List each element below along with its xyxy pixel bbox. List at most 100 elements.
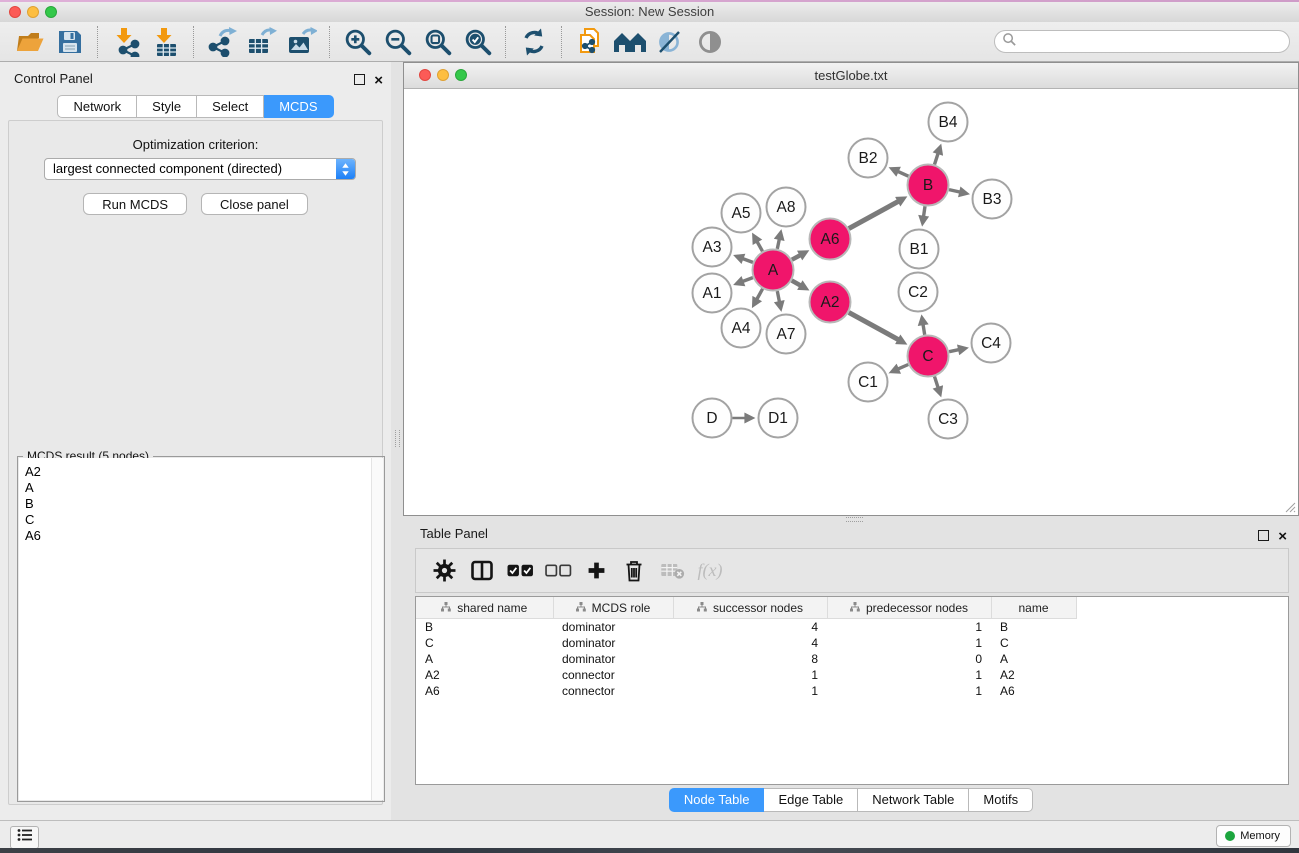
select-all-icon[interactable]: [501, 554, 539, 588]
table-row[interactable]: A2connector11A2: [416, 667, 1288, 683]
table-cell[interactable]: 1: [673, 683, 827, 699]
graph-node-D1: D1: [759, 399, 798, 438]
table-cell[interactable]: A6: [416, 683, 553, 699]
svg-text:C4: C4: [981, 335, 1001, 352]
tab-edge-table[interactable]: Edge Table: [764, 788, 858, 812]
tab-mcds[interactable]: MCDS: [264, 95, 333, 118]
zoom-fit-icon[interactable]: [418, 25, 458, 59]
search-input[interactable]: [1021, 34, 1275, 50]
tab-style[interactable]: Style: [137, 95, 197, 118]
clone-network-icon[interactable]: [570, 25, 610, 59]
import-table-icon[interactable]: [146, 25, 186, 59]
home-icon[interactable]: [610, 25, 650, 59]
delete-row-icon[interactable]: [615, 554, 653, 588]
table-cell[interactable]: A2: [991, 667, 1076, 683]
column-header[interactable]: predecessor nodes: [827, 597, 991, 619]
console-button[interactable]: [10, 826, 39, 849]
column-header[interactable]: MCDS role: [553, 597, 673, 619]
column-header[interactable]: shared name: [416, 597, 553, 619]
table-cell[interactable]: B: [416, 619, 553, 636]
table-cell[interactable]: A: [991, 651, 1076, 667]
result-item[interactable]: A2: [25, 464, 383, 480]
table-cell[interactable]: dominator: [553, 635, 673, 651]
style-visibility-icon[interactable]: [650, 25, 690, 59]
graph-edge: [777, 239, 779, 249]
result-item[interactable]: B: [25, 496, 383, 512]
memory-button[interactable]: Memory: [1216, 825, 1291, 847]
table-cell[interactable]: 1: [827, 619, 991, 636]
result-item[interactable]: A: [25, 480, 383, 496]
table-cell[interactable]: 1: [827, 667, 991, 683]
result-item[interactable]: A6: [25, 528, 383, 544]
mcds-result-list[interactable]: A2ABCA6: [19, 458, 383, 800]
result-scrollbar[interactable]: [371, 458, 383, 800]
tab-motifs[interactable]: Motifs: [969, 788, 1033, 812]
resize-grip-icon[interactable]: [1284, 501, 1296, 513]
zoom-in-icon[interactable]: [338, 25, 378, 59]
table-cell[interactable]: 1: [673, 667, 827, 683]
open-file-icon[interactable]: [10, 25, 50, 59]
cell-filler: [1076, 683, 1288, 699]
table-cell[interactable]: dominator: [553, 619, 673, 636]
birdseye-icon[interactable]: [690, 25, 730, 59]
split-view-icon[interactable]: [463, 554, 501, 588]
close-panel-button[interactable]: Close panel: [201, 193, 308, 215]
graph-edge: [924, 206, 926, 217]
table-row[interactable]: Adominator80A: [416, 651, 1288, 667]
zoom-selected-icon[interactable]: [458, 25, 498, 59]
table-cell[interactable]: A6: [991, 683, 1076, 699]
tab-select[interactable]: Select: [197, 95, 264, 118]
table-cell[interactable]: dominator: [553, 651, 673, 667]
zoom-out-icon[interactable]: [378, 25, 418, 59]
tab-network-table[interactable]: Network Table: [858, 788, 969, 812]
table-toolbar: f(x): [415, 548, 1289, 593]
deselect-all-icon[interactable]: [539, 554, 577, 588]
toolbar-separator: [505, 26, 507, 58]
export-table-icon[interactable]: [242, 25, 282, 59]
table-cell[interactable]: C: [991, 635, 1076, 651]
table-cell[interactable]: A2: [416, 667, 553, 683]
add-row-icon[interactable]: [577, 554, 615, 588]
float-panel-icon[interactable]: [1258, 528, 1269, 546]
tab-node-table[interactable]: Node Table: [669, 788, 765, 812]
graph-node-D: D: [693, 399, 732, 438]
table-cell[interactable]: connector: [553, 667, 673, 683]
table-cell[interactable]: 4: [673, 635, 827, 651]
table-cell[interactable]: 8: [673, 651, 827, 667]
criterion-select[interactable]: largest connected component (directed): [44, 158, 356, 180]
apply-layout-icon[interactable]: [514, 25, 554, 59]
settings-icon[interactable]: [425, 554, 463, 588]
table-cell[interactable]: 1: [827, 683, 991, 699]
export-image-icon[interactable]: [282, 25, 322, 59]
table-cell[interactable]: C: [416, 635, 553, 651]
table-cell[interactable]: B: [991, 619, 1076, 636]
table-row[interactable]: Bdominator41B: [416, 619, 1288, 636]
export-network-icon[interactable]: [202, 25, 242, 59]
import-network-icon[interactable]: [106, 25, 146, 59]
node-table-container[interactable]: shared nameMCDS rolesuccessor nodesprede…: [415, 596, 1289, 785]
table-cell[interactable]: A: [416, 651, 553, 667]
column-header[interactable]: name: [991, 597, 1076, 619]
table-cell[interactable]: 0: [827, 651, 991, 667]
tab-network[interactable]: Network: [57, 95, 137, 118]
close-panel-icon[interactable]: ×: [374, 72, 383, 90]
table-panel-title: Table Panel: [420, 526, 488, 541]
graph-node-C1: C1: [849, 363, 888, 402]
search-field[interactable]: [994, 30, 1290, 53]
float-panel-icon[interactable]: [354, 72, 365, 90]
table-row[interactable]: Cdominator41C: [416, 635, 1288, 651]
table-row[interactable]: A6connector11A6: [416, 683, 1288, 699]
save-session-icon[interactable]: [50, 25, 90, 59]
network-canvas[interactable]: B4B2BB3A5A8A6A3B1AC2A1A2A4A7C4CC1DD1C3: [404, 89, 1297, 516]
shared-column-icon: [441, 601, 451, 615]
cell-filler: [1076, 619, 1288, 636]
vertical-splitter-grip[interactable]: [395, 430, 400, 447]
table-cell[interactable]: connector: [553, 683, 673, 699]
table-cell[interactable]: 1: [827, 635, 991, 651]
close-panel-icon[interactable]: ×: [1278, 528, 1287, 546]
result-item[interactable]: C: [25, 512, 383, 528]
control-panel-title: Control Panel: [14, 71, 93, 86]
column-header[interactable]: successor nodes: [673, 597, 827, 619]
run-mcds-button[interactable]: Run MCDS: [83, 193, 187, 215]
table-cell[interactable]: 4: [673, 619, 827, 636]
